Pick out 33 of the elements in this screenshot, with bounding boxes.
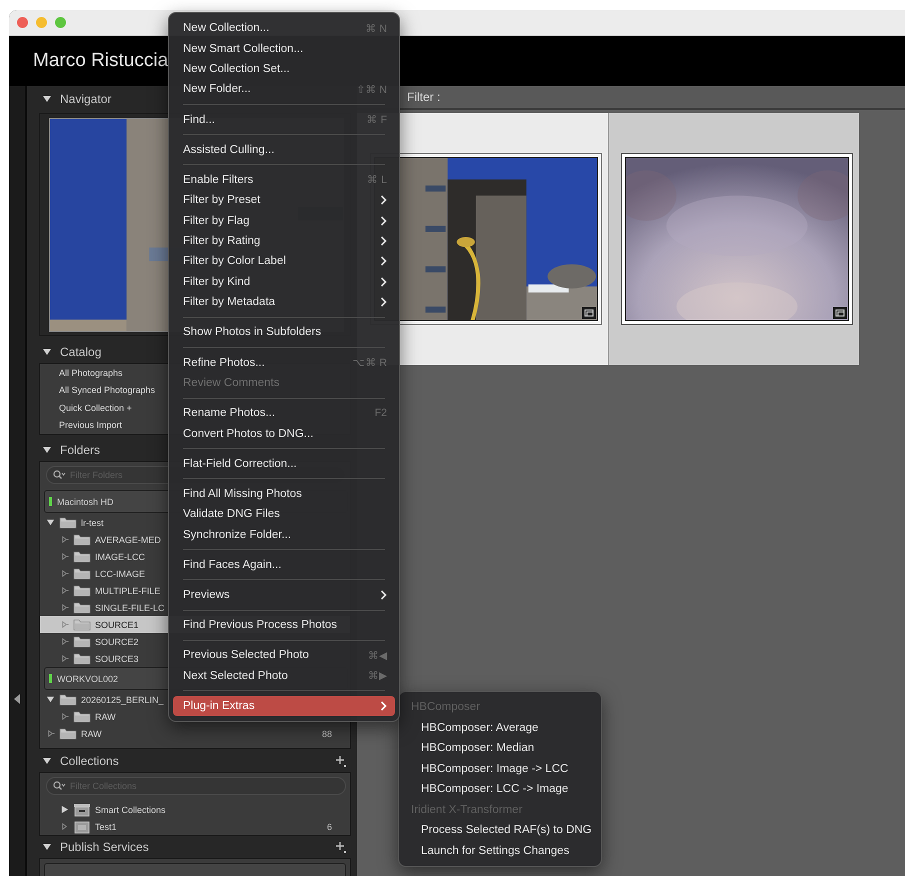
item-count: 88	[322, 728, 332, 738]
collection-name: Smart Collections	[95, 804, 166, 814]
folder-name: IMAGE-LCC	[95, 552, 146, 562]
folder-name: MULTIPLE-FILE	[95, 586, 160, 596]
folder-name: SINGLE-FILE-LC	[95, 602, 165, 612]
folder-name: LCC-IMAGE	[95, 568, 146, 578]
folder-name: lr-test	[81, 518, 104, 528]
filter-bar-label: Filter :	[407, 90, 440, 104]
shortcut-text: ⌥⌘ R	[352, 356, 387, 370]
shortcut-text: ⌘◀	[368, 648, 387, 662]
shortcut-text: ⌘▶	[368, 669, 387, 682]
shortcut-text: ⌘ N	[366, 22, 387, 35]
volume-name: Macintosh HD	[57, 496, 114, 506]
shortcut-text: ⌘ F	[366, 113, 387, 126]
shortcut-text: ⇧⌘ N	[356, 82, 387, 96]
volume-name: WORKVOL002	[57, 674, 118, 684]
panel-title: Catalog	[60, 345, 102, 359]
folder-name: RAW	[81, 728, 102, 738]
panel-title: Collections	[60, 754, 120, 768]
collection-name: Test1	[95, 822, 117, 832]
panel-title: Folders	[60, 443, 102, 457]
identity-plate: Marco Ristuccia	[33, 50, 168, 72]
folder-name: SOURCE3	[95, 654, 139, 664]
panel-title: Navigator	[60, 92, 112, 106]
panel-title: Publish Services	[60, 840, 150, 854]
shortcut-text: F2	[374, 407, 387, 420]
folder-name: SOURCE2	[95, 636, 139, 646]
folder-name: SOURCE1	[95, 620, 139, 630]
folder-name: AVERAGE-MED	[95, 534, 161, 544]
folder-name: 20260125_BERLIN_	[81, 694, 164, 704]
item-count: 6	[326, 822, 332, 832]
shortcut-text: ⌘ L	[367, 173, 387, 186]
folder-name: RAW	[95, 712, 116, 722]
